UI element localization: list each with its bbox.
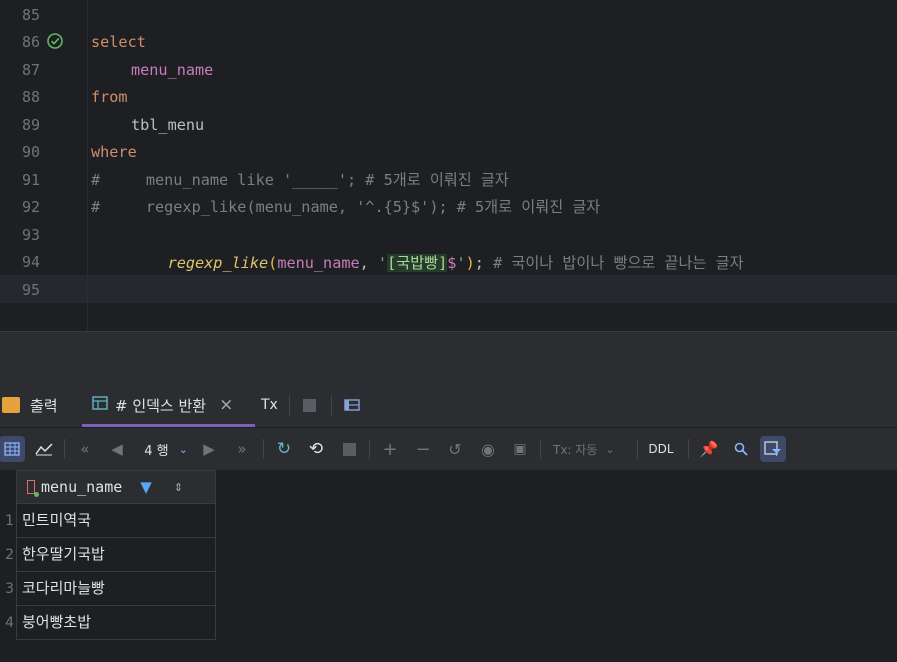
- table-cell[interactable]: 코다리마늘빵: [16, 572, 216, 606]
- line-number-gutter: 85 86 87 88 89 90 91 92 93 94 95: [0, 0, 88, 331]
- add-row-icon[interactable]: +: [377, 436, 403, 462]
- grid-view-icon[interactable]: [0, 436, 25, 462]
- line-number: 86: [21, 33, 40, 51]
- toolbar-separator: [637, 439, 638, 459]
- ddl-button[interactable]: DDL: [645, 436, 677, 462]
- results-tab-bar: 출력 # 인덱스 반환 × Tx: [0, 383, 897, 428]
- result-toolbar: « ◀ 4 행 ⌄ ▶ » ↻ ⟲ + − ↺ ◉ ▣ Tx: 자동 ⌄ DDL…: [0, 428, 897, 471]
- sql-editor[interactable]: 85 86 87 88 89 90 91 92 93 94 95 select …: [0, 0, 897, 331]
- table-grid-icon: [92, 396, 108, 414]
- preview-eye-icon[interactable]: ◉: [475, 436, 501, 462]
- tab-output-label: 출력: [30, 396, 58, 415]
- row-count-label: 4 행: [144, 443, 169, 459]
- chevron-down-icon: ⌄: [605, 442, 615, 456]
- tab-output[interactable]: 출력: [0, 383, 66, 427]
- filter-icon[interactable]: ▼: [140, 478, 152, 496]
- table-cell[interactable]: 민트미역국: [16, 504, 216, 538]
- output-icon: [2, 397, 20, 413]
- code-line-87: menu_name: [131, 61, 214, 79]
- filter-layout-icon[interactable]: [760, 436, 786, 462]
- table-row[interactable]: 4 붕어빵초밥: [0, 606, 217, 640]
- toolbar-separator: [540, 439, 541, 459]
- quote: ': [456, 254, 466, 272]
- line-comment: # 국이나 밥이나 빵으로 끝나는 글자: [483, 254, 744, 272]
- sort-icon[interactable]: ⇕: [174, 481, 183, 494]
- table-row[interactable]: 1 민트미역국: [0, 504, 217, 538]
- table-cell[interactable]: 한우딸기국밥: [16, 538, 216, 572]
- statement-executed-check-icon[interactable]: [46, 32, 64, 50]
- row-number: 2: [5, 547, 14, 563]
- code-line-89: tbl_menu: [131, 116, 205, 134]
- toolbar-separator: [688, 439, 689, 459]
- history-icon[interactable]: ⟲: [303, 436, 329, 462]
- tab-result-label: # 인덱스 반환: [115, 396, 207, 415]
- toolbar-separator: [369, 439, 370, 459]
- tab-separator: [331, 395, 332, 417]
- line-number: 89: [21, 116, 40, 134]
- code-line-88: from: [91, 88, 128, 106]
- row-number: 4: [5, 615, 14, 631]
- delete-row-icon[interactable]: −: [410, 436, 436, 462]
- row-count-selector[interactable]: 4 행 ⌄: [138, 436, 194, 462]
- close-paren: ): [465, 254, 475, 272]
- row-number: 1: [5, 513, 14, 529]
- code-line-86: select: [91, 33, 146, 51]
- revert-icon[interactable]: ↺: [442, 436, 468, 462]
- table-cell[interactable]: 붕어빵초밥: [16, 606, 216, 640]
- line-number: 91: [21, 171, 40, 189]
- panel-splitter[interactable]: [0, 331, 897, 384]
- table-row[interactable]: 2 한우딸기국밥: [0, 538, 217, 572]
- tx-mode-label: Tx: 자동: [553, 442, 598, 457]
- regex-char-class: [국밥빵]: [387, 254, 448, 272]
- layout-icon[interactable]: [344, 383, 364, 427]
- search-icon[interactable]: [728, 436, 754, 462]
- code-line-92-comment: # regexp_like(menu_name, '^.{5}$'); # 5개…: [91, 198, 601, 216]
- column-header-label: menu_name: [41, 478, 123, 496]
- first-page-icon[interactable]: «: [72, 436, 98, 462]
- code-line-90: where: [91, 143, 137, 161]
- quote: ': [377, 254, 388, 272]
- chevron-down-icon: ⌄: [178, 442, 188, 456]
- table-row[interactable]: 3 코다리마늘빵: [0, 572, 217, 606]
- line-number: 90: [21, 143, 40, 161]
- stop-square-icon[interactable]: [303, 383, 319, 427]
- semicolon: ;: [474, 254, 484, 272]
- comma: ,: [359, 254, 378, 272]
- line-number: 87: [21, 61, 40, 79]
- tx-tab[interactable]: Tx: [261, 383, 281, 427]
- tab-separator: [289, 395, 290, 417]
- function-name: regexp_like: [167, 254, 269, 272]
- toolbar-separator: [64, 439, 65, 459]
- previous-page-icon[interactable]: ◀: [104, 436, 130, 462]
- tx-label: Tx: [261, 397, 278, 413]
- last-page-icon[interactable]: »: [229, 436, 255, 462]
- code-line-93: regexp_like(menu_name, '[국밥빵]$'); # 국이나 …: [131, 221, 744, 272]
- column-header-menu-name[interactable]: menu_name ▼ ⇕: [16, 470, 216, 504]
- submit-save-icon[interactable]: ▣: [507, 436, 533, 462]
- row-number: 3: [5, 581, 14, 597]
- tab-result-index[interactable]: # 인덱스 반환 ×: [82, 383, 255, 427]
- toolbar-separator: [263, 439, 264, 459]
- open-paren: (: [268, 254, 278, 272]
- line-number: 95: [21, 281, 40, 299]
- column-ref: menu_name: [277, 254, 360, 272]
- tx-mode-selector[interactable]: Tx: 자동 ⌄: [553, 436, 627, 462]
- line-number: 85: [21, 6, 40, 24]
- close-tab-icon[interactable]: ×: [219, 395, 233, 415]
- line-number: 88: [21, 88, 40, 106]
- next-page-icon[interactable]: ▶: [196, 436, 222, 462]
- result-grid: menu_name ▼ ⇕ 1 민트미역국 2 한우딸기국밥 3 코다리마늘빵 …: [0, 470, 897, 662]
- pin-icon[interactable]: 📌: [696, 436, 722, 462]
- refresh-icon[interactable]: ↻: [271, 436, 297, 462]
- line-number: 94: [21, 253, 40, 271]
- line-number: 93: [21, 226, 40, 244]
- code-line-91-comment: # menu_name like '_____'; # 5개로 이뤄진 글자: [91, 171, 509, 189]
- line-number: 92: [21, 198, 40, 216]
- column-key-icon: [27, 480, 39, 497]
- chart-view-icon[interactable]: [31, 436, 57, 462]
- cancel-icon[interactable]: [336, 436, 362, 462]
